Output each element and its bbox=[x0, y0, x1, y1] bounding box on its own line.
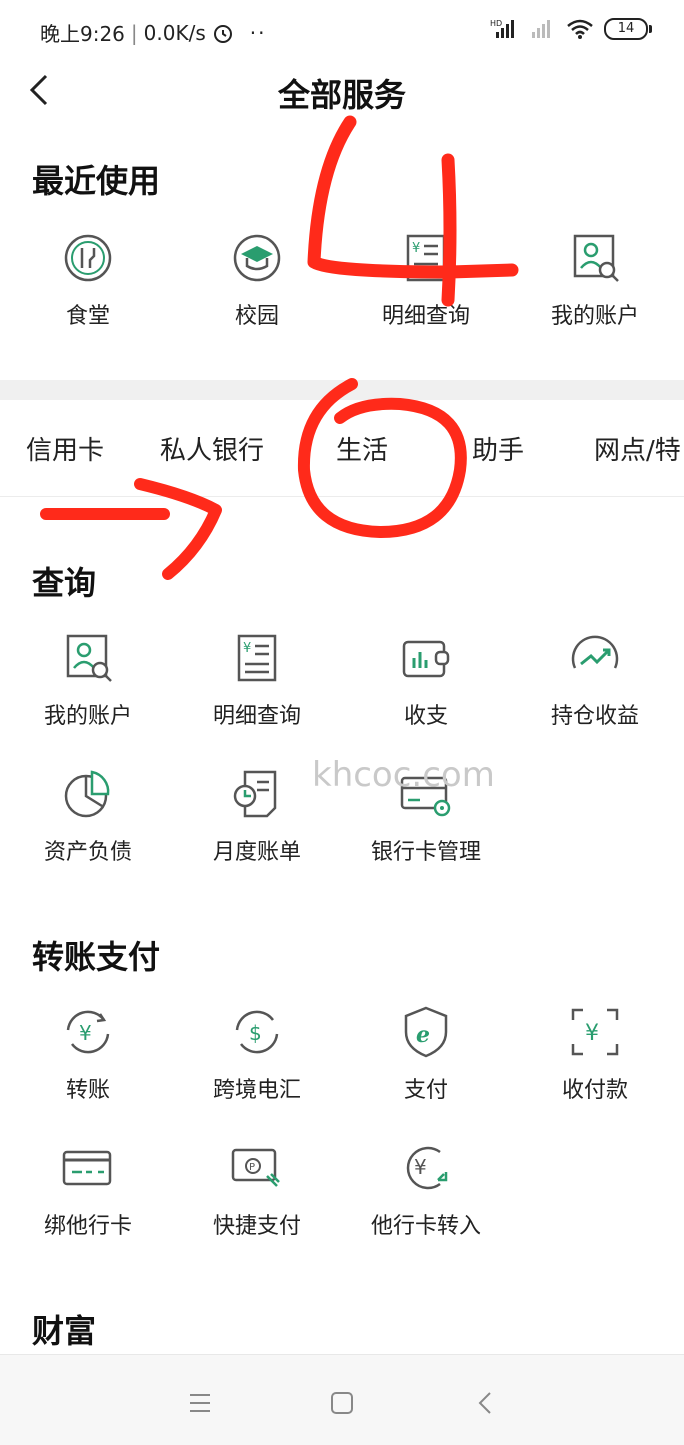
dollar-exchange-icon: $ bbox=[235, 1010, 279, 1054]
transfer-yuan-icon: ¥ bbox=[66, 1010, 110, 1054]
category-tabs: 信用卡 私人银行 生活 助手 网点/特 bbox=[0, 400, 684, 497]
service-label: 他行卡转入 bbox=[370, 1214, 481, 1239]
service-label: 银行卡管理 bbox=[370, 840, 481, 865]
service-label: 转账 bbox=[65, 1078, 110, 1103]
scan-yuan-icon: ¥ bbox=[571, 1008, 619, 1056]
tab-private-banking[interactable]: 私人银行 bbox=[160, 430, 264, 467]
svg-text:$: $ bbox=[249, 1021, 262, 1045]
service-item[interactable]: $ 跨境电汇 bbox=[172, 1002, 342, 1104]
system-nav-bar bbox=[0, 1354, 684, 1445]
service-item[interactable]: 食堂 bbox=[3, 228, 173, 330]
statement-icon: ¥ bbox=[237, 634, 277, 682]
header: 全部服务 bbox=[0, 60, 684, 124]
service-item[interactable]: 我的账户 bbox=[510, 228, 680, 330]
service-item[interactable]: 我的账户 bbox=[3, 628, 173, 730]
yuan-in-icon: ¥ bbox=[406, 1146, 448, 1190]
signal-2-icon bbox=[532, 20, 550, 38]
alarm-icon bbox=[213, 24, 232, 43]
section-divider bbox=[0, 380, 684, 400]
page-title: 全部服务 bbox=[277, 76, 406, 114]
service-item[interactable]: 持仓收益 bbox=[510, 628, 680, 730]
svg-text:HD: HD bbox=[490, 19, 502, 28]
graduation-cap-icon bbox=[233, 234, 281, 282]
service-item[interactable]: 校园 bbox=[172, 228, 342, 330]
account-search-icon bbox=[573, 234, 619, 282]
tab-life[interactable]: 生活 bbox=[336, 430, 388, 467]
service-item[interactable]: 绑他行卡 bbox=[3, 1138, 173, 1240]
service-label: 快捷支付 bbox=[212, 1214, 301, 1239]
status-speed: 0.0K/s bbox=[143, 20, 206, 45]
more-dots-icon: ·· bbox=[249, 20, 267, 45]
service-label: 明细查询 bbox=[381, 304, 470, 329]
back-triangle-icon[interactable] bbox=[466, 1383, 506, 1423]
tab-branch[interactable]: 网点/特 bbox=[594, 430, 681, 467]
signal-icon: HD bbox=[490, 19, 514, 38]
service-item[interactable]: 资产负债 bbox=[3, 764, 173, 866]
svg-text:¥: ¥ bbox=[414, 1155, 427, 1179]
service-label: 持仓收益 bbox=[550, 704, 639, 729]
svg-text:P: P bbox=[249, 1162, 255, 1173]
section-title-transfer: 转账支付 bbox=[32, 938, 161, 976]
svg-text:¥: ¥ bbox=[585, 1021, 599, 1046]
section-title-query: 查询 bbox=[32, 564, 97, 602]
service-label: 月度账单 bbox=[212, 840, 301, 865]
service-label: 收付款 bbox=[561, 1078, 628, 1103]
e-pay-shield-icon: e bbox=[404, 1006, 448, 1058]
service-item[interactable]: P 快捷支付 bbox=[172, 1138, 342, 1240]
service-label: 绑他行卡 bbox=[43, 1214, 132, 1239]
statement-icon: ¥ bbox=[406, 234, 446, 282]
status-time: 晚上9:26 bbox=[40, 22, 125, 46]
svg-text:¥: ¥ bbox=[412, 241, 420, 256]
monthly-bill-icon bbox=[233, 770, 277, 818]
service-item[interactable]: e 支付 bbox=[341, 1002, 511, 1104]
service-label: 我的账户 bbox=[43, 704, 132, 729]
service-item[interactable]: 收支 bbox=[341, 628, 511, 730]
service-label: 支付 bbox=[403, 1078, 448, 1103]
account-search-icon bbox=[66, 634, 112, 682]
svg-text:e: e bbox=[416, 1022, 430, 1048]
svg-text:¥: ¥ bbox=[243, 641, 251, 656]
battery-indicator: 14 bbox=[604, 18, 652, 40]
service-label: 校园 bbox=[234, 304, 279, 329]
section-title-wealth: 财富 bbox=[32, 1312, 97, 1350]
service-item[interactable]: ¥ 明细查询 bbox=[341, 228, 511, 330]
quick-pay-icon: P bbox=[231, 1148, 280, 1187]
tab-credit-card[interactable]: 信用卡 bbox=[26, 430, 104, 467]
service-label: 食堂 bbox=[65, 304, 110, 329]
service-item[interactable]: ¥ 他行卡转入 bbox=[341, 1138, 511, 1240]
bind-card-icon bbox=[62, 1150, 112, 1186]
svg-text:¥: ¥ bbox=[79, 1021, 92, 1045]
status-bar: 晚上9:26 | 0.0K/s ·· HD 14 bbox=[0, 0, 684, 64]
trend-icon bbox=[571, 635, 619, 669]
utensils-icon bbox=[64, 234, 112, 282]
service-item[interactable]: ¥ 转账 bbox=[3, 1002, 173, 1104]
pie-chart-icon bbox=[64, 770, 110, 818]
service-label: 收支 bbox=[403, 704, 448, 729]
watermark: khcoc.com bbox=[312, 755, 495, 795]
tab-assistant[interactable]: 助手 bbox=[472, 430, 524, 467]
service-label: 我的账户 bbox=[550, 304, 639, 329]
wallet-chart-icon bbox=[402, 640, 450, 678]
wifi-icon bbox=[567, 19, 593, 39]
service-item[interactable]: ¥ 明细查询 bbox=[172, 628, 342, 730]
menu-icon[interactable] bbox=[180, 1383, 220, 1423]
service-item[interactable]: ¥ 收付款 bbox=[510, 1002, 680, 1104]
section-title-recent: 最近使用 bbox=[32, 162, 161, 200]
service-label: 资产负债 bbox=[43, 840, 132, 865]
service-label: 跨境电汇 bbox=[212, 1078, 301, 1103]
home-square-icon[interactable] bbox=[322, 1383, 362, 1423]
service-label: 明细查询 bbox=[212, 704, 301, 729]
